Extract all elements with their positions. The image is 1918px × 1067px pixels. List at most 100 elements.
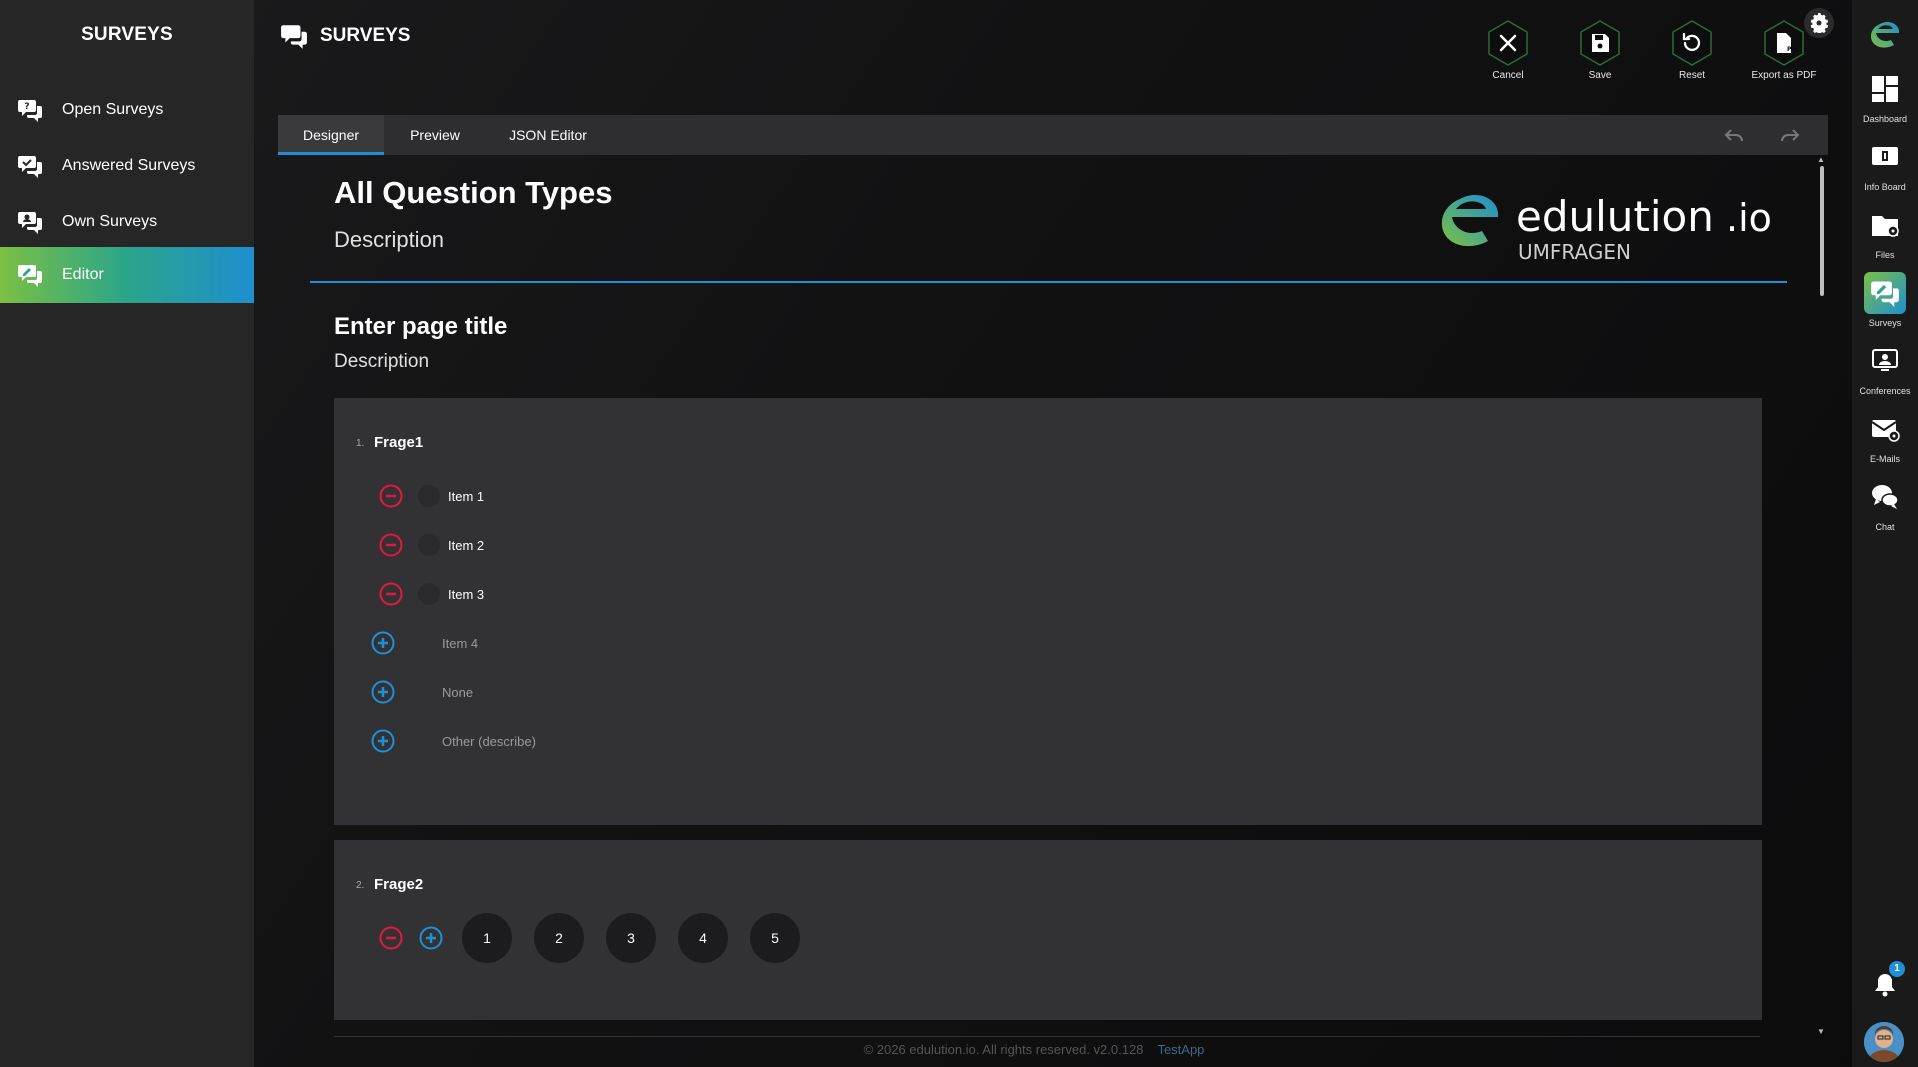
- choice-label[interactable]: Item 2: [448, 538, 484, 553]
- survey-icon: [280, 22, 308, 50]
- save-icon: [1580, 20, 1620, 66]
- rating-item[interactable]: 3: [606, 913, 656, 963]
- add-choice-icon[interactable]: [370, 630, 396, 656]
- rail-item-emails[interactable]: E-Mails: [1852, 408, 1918, 464]
- sidebar-item-label: Own Surveys: [62, 213, 158, 230]
- tab-preview[interactable]: Preview: [390, 115, 480, 155]
- title-divider: [310, 281, 1787, 283]
- sidebar-item-own-surveys[interactable]: Own Surveys: [0, 194, 254, 250]
- rail-item-surveys[interactable]: Surveys: [1852, 272, 1918, 328]
- rail-item-files[interactable]: Files: [1852, 204, 1918, 260]
- redo-icon[interactable]: [1778, 123, 1802, 147]
- dashboard-icon: [1864, 68, 1906, 110]
- conferences-icon: [1864, 340, 1906, 382]
- survey-edit-icon: [16, 261, 44, 289]
- remove-choice-icon[interactable]: [378, 483, 404, 509]
- sidebar-item-label: Answered Surveys: [62, 157, 196, 174]
- svg-text:?: ?: [24, 102, 29, 112]
- page-header: SURVEYS: [280, 22, 410, 50]
- page-description-field[interactable]: Description: [334, 351, 429, 373]
- question-card[interactable]: 1. Frage1 Item 1 Item 2 Item 3 Item 4 No…: [334, 398, 1762, 825]
- question-title[interactable]: Frage2: [374, 876, 423, 893]
- svg-text:PDF: PDF: [1787, 46, 1800, 53]
- tab-json-editor[interactable]: JSON Editor: [488, 115, 608, 155]
- survey-icon: [16, 152, 44, 180]
- add-choice-row: None: [370, 678, 473, 706]
- rating-item[interactable]: 2: [534, 913, 584, 963]
- rail-item-info-board[interactable]: Info Board: [1852, 136, 1918, 192]
- reset-icon: [1672, 20, 1712, 66]
- choice-label[interactable]: Item 3: [448, 587, 484, 602]
- rating-item[interactable]: 5: [750, 913, 800, 963]
- surveys-icon: [1864, 272, 1906, 314]
- rail-item-dashboard[interactable]: Dashboard: [1852, 68, 1918, 124]
- user-avatar[interactable]: [1864, 1022, 1904, 1062]
- chat-icon: [1864, 476, 1906, 518]
- sidebar-title: SURVEYS: [81, 24, 173, 45]
- survey-icon: [16, 208, 44, 236]
- sidebar-item-label: Editor: [62, 266, 104, 283]
- question-title[interactable]: Frage1: [374, 434, 423, 451]
- save-label: Save: [1588, 70, 1612, 81]
- add-rating-icon[interactable]: [418, 925, 444, 951]
- svg-text:UMFRAGEN: UMFRAGEN: [1518, 240, 1631, 264]
- copyright-text: © 2026 edulution.io. All rights reserved…: [863, 1042, 1144, 1057]
- edulution-home-logo[interactable]: [1852, 14, 1918, 56]
- settings-gear-icon[interactable]: [1804, 8, 1834, 38]
- edulution-logo-icon: [1864, 14, 1906, 56]
- notification-badge: 1: [1889, 961, 1905, 977]
- page-title: SURVEYS: [320, 25, 411, 46]
- app-rail: Dashboard Info Board Files Surveys Confe…: [1852, 0, 1918, 1067]
- undo-icon[interactable]: [1722, 123, 1746, 147]
- cancel-label: Cancel: [1492, 70, 1524, 81]
- footer: © 2026 edulution.io. All rights reserved…: [254, 1042, 1814, 1057]
- choice-label[interactable]: Item 1: [448, 489, 484, 504]
- survey-description[interactable]: Description: [334, 227, 444, 253]
- scroll-up-arrow[interactable]: ▲: [1817, 155, 1825, 164]
- add-choice-label[interactable]: Other (describe): [442, 734, 536, 749]
- add-choice-label[interactable]: None: [442, 685, 473, 700]
- question-number: 2.: [356, 880, 365, 891]
- rail-label: E-Mails: [1869, 454, 1900, 464]
- choice-row: Item 2: [378, 531, 484, 559]
- files-icon: [1864, 204, 1906, 246]
- remove-rating-icon[interactable]: [378, 925, 404, 951]
- remove-choice-icon[interactable]: [378, 532, 404, 558]
- svg-text:edulution: edulution: [1516, 192, 1714, 241]
- rail-label: Files: [1875, 250, 1895, 260]
- app-root: SURVEYS ? Open Surveys Answered Surveys …: [0, 0, 1918, 1067]
- add-choice-icon[interactable]: [370, 728, 396, 754]
- save-button[interactable]: Save: [1555, 20, 1645, 81]
- rating-item[interactable]: 4: [678, 913, 728, 963]
- scroll-down-arrow[interactable]: ▼: [1817, 1027, 1825, 1036]
- editor-tabbar: Designer Preview JSON Editor: [278, 115, 1828, 155]
- rail-label: Info Board: [1864, 182, 1906, 192]
- survey-designer-canvas: All Question Types Description edulution…: [278, 155, 1828, 1035]
- app-name: TestApp: [1157, 1042, 1205, 1057]
- mail-icon: [1864, 408, 1906, 450]
- add-choice-label[interactable]: Item 4: [442, 636, 478, 651]
- tab-designer[interactable]: Designer: [278, 115, 384, 155]
- question-card[interactable]: 2. Frage2 1 2 3 4 5: [334, 840, 1762, 1020]
- rail-item-conferences[interactable]: Conferences: [1852, 340, 1918, 396]
- remove-choice-icon[interactable]: [378, 581, 404, 607]
- sidebar-item-open-surveys[interactable]: ? Open Surveys: [0, 82, 254, 138]
- add-choice-row: Item 4: [370, 629, 478, 657]
- rail-label: Surveys: [1868, 318, 1902, 328]
- reset-button[interactable]: Reset: [1647, 20, 1737, 81]
- rail-item-chat[interactable]: Chat: [1852, 476, 1918, 532]
- rating-item[interactable]: 1: [462, 913, 512, 963]
- cancel-button[interactable]: Cancel: [1463, 20, 1553, 81]
- choice-row: Item 3: [378, 580, 484, 608]
- sidebar-item-editor[interactable]: Editor: [0, 247, 254, 303]
- footer-divider: [334, 1036, 1760, 1037]
- rail-label: Dashboard: [1862, 114, 1908, 124]
- scrollbar-thumb[interactable]: [1820, 166, 1824, 296]
- sidebar-item-label: Open Surveys: [62, 101, 164, 118]
- survey-title[interactable]: All Question Types: [334, 175, 612, 211]
- page-title-field[interactable]: Enter page title: [334, 313, 507, 341]
- close-icon: [1488, 20, 1528, 66]
- add-choice-icon[interactable]: [370, 679, 396, 705]
- pdf-icon: PDF: [1764, 20, 1804, 66]
- sidebar-item-answered-surveys[interactable]: Answered Surveys: [0, 138, 254, 194]
